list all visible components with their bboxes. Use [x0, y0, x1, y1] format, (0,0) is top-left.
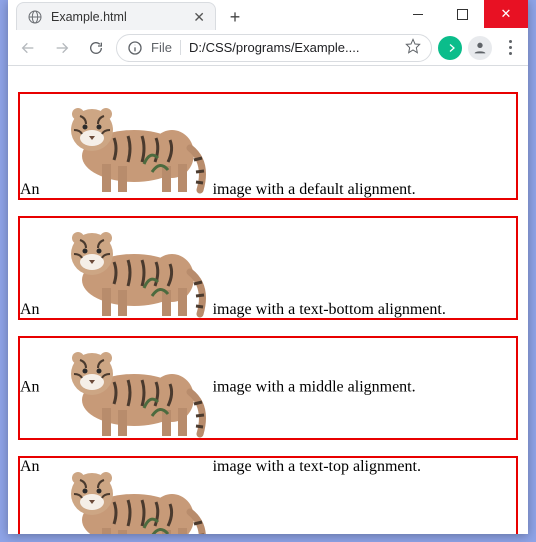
- reload-button[interactable]: [82, 34, 110, 62]
- example-paragraph: An image with a default alignment.: [18, 92, 518, 200]
- browser-window: Example.html ✕ + File D:/CSS/programs/Ex…: [8, 0, 528, 534]
- forward-button[interactable]: [48, 34, 76, 62]
- text-suffix: image with a default alignment.: [213, 181, 416, 198]
- tiger-image: [44, 338, 209, 438]
- browser-tab[interactable]: Example.html ✕: [16, 2, 216, 30]
- text-prefix: An: [20, 301, 40, 318]
- back-button[interactable]: [14, 34, 42, 62]
- tiger-image: [44, 458, 209, 534]
- example-paragraph: An image with a text-top alignment.: [18, 456, 518, 534]
- info-icon: [127, 40, 143, 56]
- example-paragraph: An image with a text-bottom alignment.: [18, 216, 518, 320]
- tiger-image: [44, 94, 209, 194]
- window-controls: [396, 0, 528, 28]
- extension-badge[interactable]: [438, 36, 462, 60]
- text-suffix: image with a text-bottom alignment.: [213, 301, 446, 318]
- text-suffix: image with a middle alignment.: [213, 379, 416, 396]
- profile-avatar[interactable]: [468, 36, 492, 60]
- star-icon[interactable]: [405, 38, 421, 57]
- text-prefix: An: [20, 181, 40, 198]
- toolbar: File D:/CSS/programs/Example....: [8, 30, 528, 66]
- example-paragraph: An image with a middle alignment.: [18, 336, 518, 440]
- window-close-button[interactable]: [484, 0, 528, 28]
- page-viewport: An image with a default alignment.An ima…: [8, 66, 528, 534]
- address-bar[interactable]: File D:/CSS/programs/Example....: [116, 34, 432, 62]
- text-prefix: An: [20, 458, 40, 475]
- maximize-button[interactable]: [440, 0, 484, 28]
- text-prefix: An: [20, 379, 40, 396]
- minimize-button[interactable]: [396, 0, 440, 28]
- globe-icon: [27, 9, 43, 25]
- new-tab-button[interactable]: +: [222, 4, 248, 30]
- menu-button[interactable]: [498, 40, 522, 55]
- title-bar: Example.html ✕ +: [8, 0, 528, 30]
- tab-title: Example.html: [51, 10, 185, 24]
- url-text: D:/CSS/programs/Example....: [189, 40, 397, 55]
- file-scheme-label: File: [151, 40, 181, 55]
- page-body: An image with a default alignment.An ima…: [8, 66, 528, 534]
- close-icon[interactable]: ✕: [193, 10, 205, 24]
- text-suffix: image with a text-top alignment.: [213, 458, 421, 475]
- tiger-image: [44, 218, 209, 318]
- tab-strip: Example.html ✕ +: [8, 0, 396, 30]
